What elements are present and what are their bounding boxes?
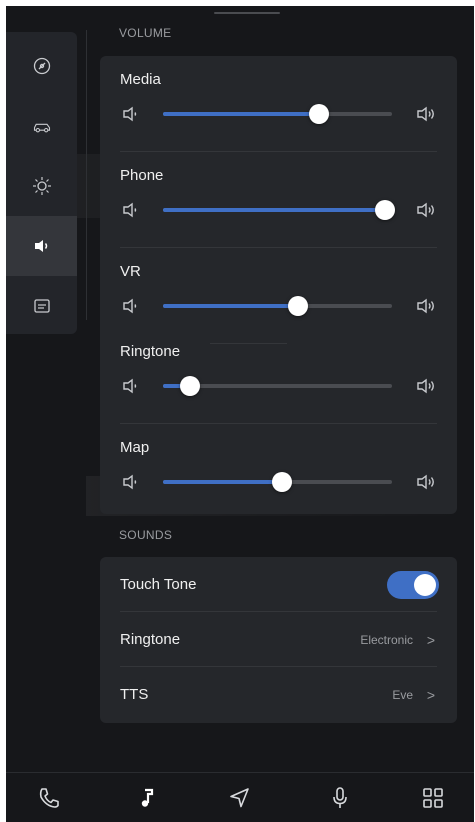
slider-knob[interactable] — [272, 472, 293, 492]
volume-low-icon[interactable] — [120, 375, 142, 397]
chevron-right-icon: > — [426, 631, 435, 648]
media-volume-slider[interactable] — [163, 104, 392, 124]
nav-media[interactable] — [134, 785, 160, 811]
volume-low-icon[interactable] — [120, 103, 142, 125]
sidebar-item-gauge[interactable] — [6, 36, 77, 96]
slider-label: VR — [120, 263, 141, 280]
apps-grid-icon — [423, 788, 443, 808]
music-note-icon — [141, 788, 154, 807]
chevron-right-icon: > — [426, 686, 435, 703]
volume-low-icon[interactable] — [120, 471, 142, 493]
sidebar-item-vehicle[interactable] — [6, 96, 77, 156]
volume-row-media: Media — [100, 56, 457, 152]
volume-low-icon[interactable] — [120, 295, 142, 317]
bottom-nav-bar — [6, 772, 474, 822]
volume-card: Media Phone VR Ringtone Map — [100, 56, 457, 514]
volume-row-phone: Phone — [100, 152, 457, 248]
sidebar-item-screen[interactable] — [6, 276, 77, 336]
touch-tone-toggle[interactable] — [387, 570, 439, 599]
volume-high-icon[interactable] — [415, 471, 437, 493]
ringtone-volume-slider[interactable] — [163, 376, 392, 396]
map-volume-slider[interactable] — [163, 472, 392, 492]
tts-row[interactable]: TTS Eve > — [100, 667, 457, 722]
sidebar-item-display-brightness[interactable] — [6, 156, 77, 216]
toggle-knob — [414, 573, 436, 596]
volume-section-title: VOLUME — [119, 26, 172, 40]
slider-label: Map — [120, 439, 150, 456]
sounds-section-title: SOUNDS — [119, 528, 173, 542]
nav-apps[interactable] — [420, 785, 446, 811]
volume-row-map: Map — [100, 424, 457, 520]
slider-label: Phone — [120, 167, 164, 184]
volume-high-icon[interactable] — [415, 199, 437, 221]
sidebar-divider — [86, 30, 87, 320]
navigation-icon — [230, 788, 249, 808]
nav-navigation[interactable] — [227, 785, 253, 811]
ringtone-value: Electronic — [360, 632, 413, 647]
slider-knob[interactable] — [375, 200, 396, 220]
slider-knob[interactable] — [180, 376, 201, 396]
volume-icon — [34, 240, 47, 252]
slider-label: Media — [120, 71, 161, 88]
phone-volume-slider[interactable] — [163, 200, 396, 220]
car-icon — [33, 123, 50, 133]
slider-fill — [163, 208, 386, 212]
volume-high-icon[interactable] — [415, 295, 437, 317]
sidebar-item-sound[interactable] — [6, 216, 77, 276]
microphone-icon — [333, 787, 347, 808]
brightness-icon — [32, 177, 51, 195]
ringtone-row[interactable]: Ringtone Electronic > — [100, 612, 457, 667]
volume-low-icon[interactable] — [120, 199, 142, 221]
drag-handle[interactable] — [214, 12, 280, 14]
slider-fill — [163, 112, 319, 116]
volume-row-ringtone: Ringtone — [100, 328, 457, 424]
slider-knob[interactable] — [288, 296, 309, 316]
touch-tone-label: Touch Tone — [120, 576, 197, 593]
slider-fill — [163, 480, 283, 484]
nav-phone[interactable] — [36, 785, 62, 811]
phone-icon — [39, 788, 59, 808]
nav-voice[interactable] — [327, 785, 353, 811]
settings-screen: VOLUME Media Phone VR Ringtone Map SOUND… — [6, 6, 474, 822]
sounds-card: Touch Tone Ringtone Electronic > TTS Eve… — [100, 557, 457, 723]
volume-high-icon[interactable] — [415, 103, 437, 125]
touch-tone-row[interactable]: Touch Tone — [100, 557, 457, 612]
tts-value: Eve — [392, 687, 413, 702]
gauge-icon — [33, 57, 50, 75]
display-icon — [33, 299, 50, 313]
volume-high-icon[interactable] — [415, 375, 437, 397]
slider-fill — [163, 304, 299, 308]
settings-sidebar — [6, 32, 77, 334]
slider-label: Ringtone — [120, 343, 181, 360]
tts-label: TTS — [120, 686, 149, 703]
ringtone-label: Ringtone — [120, 631, 181, 648]
slider-knob[interactable] — [308, 104, 329, 124]
vr-volume-slider[interactable] — [163, 296, 392, 316]
